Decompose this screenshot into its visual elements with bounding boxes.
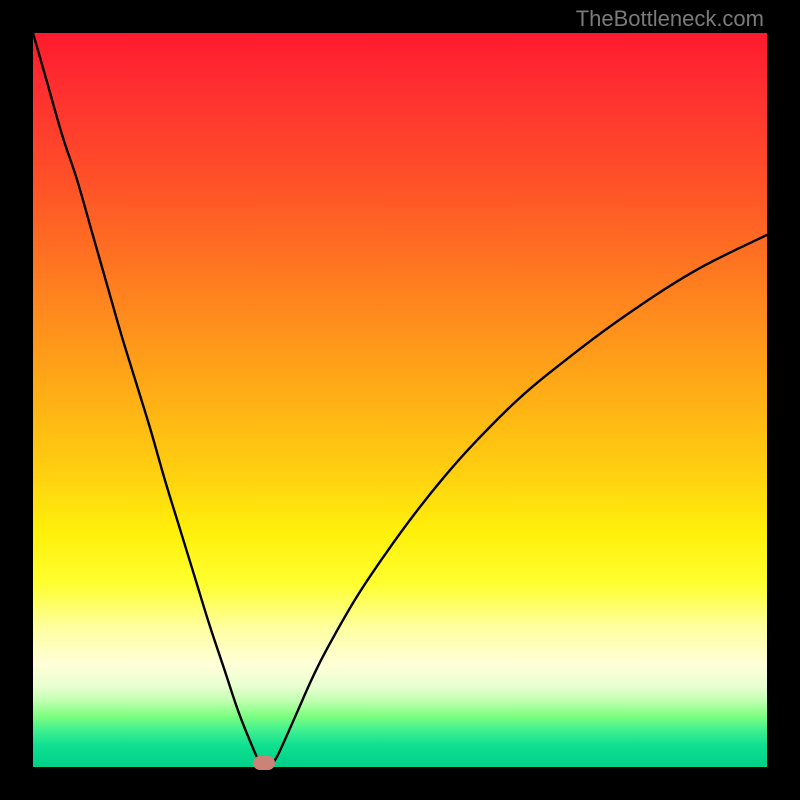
attribution-text: TheBottleneck.com [576,6,764,32]
chart-plot-area [33,33,767,767]
optimal-point-marker [253,756,275,770]
bottleneck-curve [33,33,767,767]
